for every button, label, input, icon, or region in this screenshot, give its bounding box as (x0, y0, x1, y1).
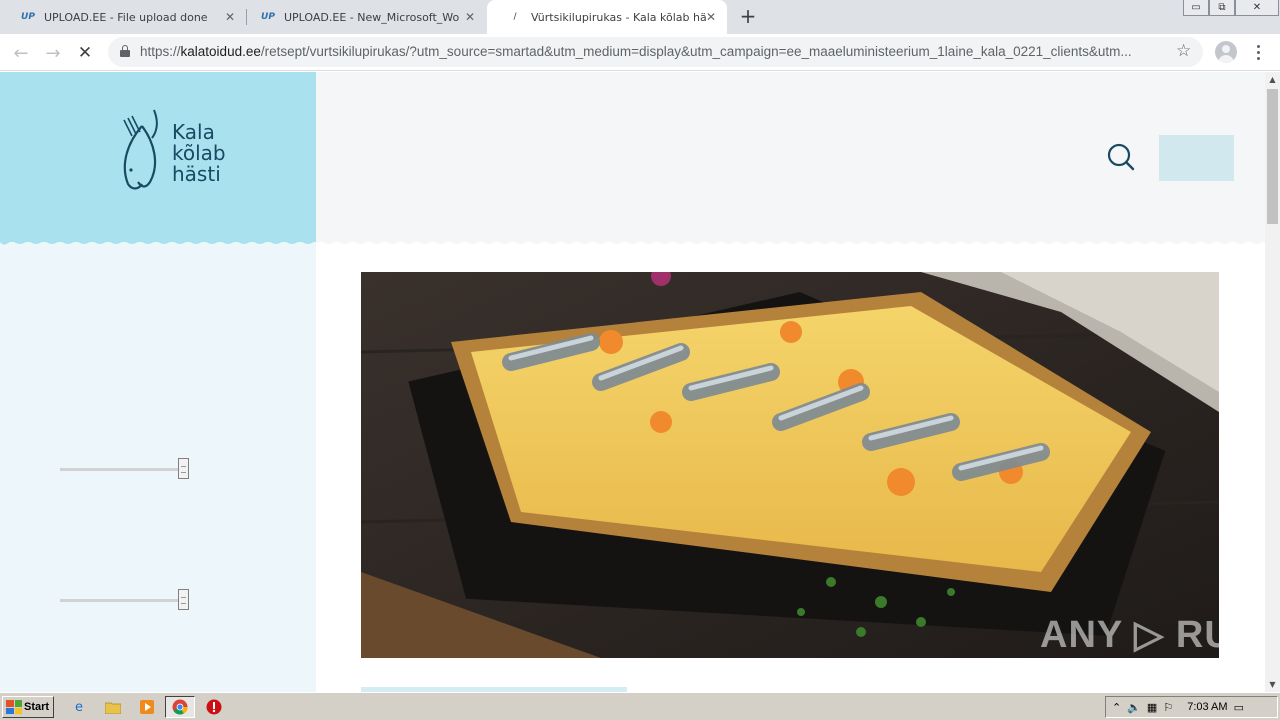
scrollbar-thumb[interactable] (1267, 89, 1278, 224)
start-button[interactable]: Start (2, 696, 54, 718)
back-arrow-icon[interactable]: ← (8, 40, 34, 66)
header-menu-button[interactable] (1159, 135, 1234, 181)
vertical-scrollbar[interactable]: ▲ ▼ (1265, 72, 1280, 692)
tab-title: UPLOAD.EE - New_Microsoft_Word_ (284, 10, 459, 24)
minimize-icon[interactable]: ▭ (1183, 0, 1209, 16)
sidebar-wave-divider (0, 234, 316, 245)
header-wave-divider (316, 234, 1265, 244)
slider-track[interactable] (60, 599, 184, 602)
close-tab-icon[interactable]: ✕ (703, 9, 719, 25)
plus-icon[interactable]: + (736, 4, 760, 28)
stop-loading-icon[interactable]: ✕ (72, 40, 98, 66)
slider-thumb[interactable] (178, 458, 189, 479)
site-logo[interactable]: Kala kõlab hästi (120, 108, 240, 194)
anyrun-watermark: ANY ▷ RUN (1040, 614, 1262, 656)
window-controls: ▭ ⧉ ✕ (1183, 0, 1279, 16)
forward-arrow-icon[interactable]: → (40, 40, 66, 66)
fish-fork-logo-icon (123, 109, 158, 190)
scroll-down-arrow-icon[interactable]: ▼ (1265, 677, 1280, 692)
close-window-icon[interactable]: ✕ (1235, 0, 1279, 16)
bookmark-star-icon[interactable]: ☆ (1176, 41, 1191, 61)
sidebar: Kala kõlab hästi (0, 72, 316, 692)
tab-upload-done[interactable]: UP UPLOAD.EE - File upload done ✕ (0, 0, 246, 34)
sprat-pie-photo (361, 272, 1219, 658)
tab-vurtsikilupirukas[interactable]: / Vürtsikilupirukas - Kala kõlab hästi ✕ (487, 0, 727, 34)
filter-slider[interactable] (60, 458, 190, 480)
url-text[interactable]: https://kalatoidud.ee/retsept/vurtsikilu… (140, 44, 1165, 59)
kala-favicon-icon: / (513, 12, 517, 22)
kebab-menu-icon[interactable] (1250, 41, 1266, 63)
windows-taskbar: Start e ⌃ 🔈 ▦ ⚐ 7:03 AM ▭ (0, 692, 1280, 720)
close-tab-icon[interactable]: ✕ (222, 9, 238, 25)
close-tab-icon[interactable]: ✕ (462, 9, 478, 25)
action-center-flag-icon[interactable]: ⚐ (1163, 701, 1173, 714)
tab-title: Vürtsikilupirukas - Kala kõlab hästi (531, 10, 706, 24)
logo-line: Kala (172, 120, 215, 144)
slider-thumb[interactable] (178, 589, 189, 610)
logo-wordmark: Kala kõlab hästi (172, 122, 226, 185)
browser-toolbar: ← → ✕ https://kalatoidud.ee/retsept/vurt… (0, 34, 1280, 71)
volume-icon[interactable]: 🔈 (1127, 701, 1141, 714)
media-player-icon[interactable] (136, 697, 158, 717)
folder-icon[interactable] (102, 697, 124, 717)
scroll-up-arrow-icon[interactable]: ▲ (1265, 72, 1280, 87)
address-bar[interactable]: https://kalatoidud.ee/retsept/vurtsikilu… (108, 37, 1203, 67)
slider-track[interactable] (60, 468, 184, 471)
sidebar-header: Kala kõlab hästi (0, 72, 316, 242)
main-content (316, 72, 1265, 692)
internet-explorer-icon[interactable]: e (68, 697, 90, 717)
logo-line: kõlab (172, 141, 226, 165)
chrome-icon[interactable] (165, 696, 195, 718)
show-desktop-icon[interactable]: ▭ (1234, 701, 1244, 714)
hero-recipe-image (361, 272, 1219, 658)
search-icon[interactable] (1106, 142, 1136, 172)
page-viewport: Kala kõlab hästi (0, 72, 1265, 692)
upload-ee-favicon-icon: UP (21, 12, 35, 22)
tab-upload-word[interactable]: UP UPLOAD.EE - New_Microsoft_Word_ ✕ (240, 0, 486, 34)
windows-flag-icon (6, 700, 22, 714)
start-label: Start (24, 701, 50, 713)
upload-ee-favicon-icon: UP (261, 12, 275, 22)
tray-expand-icon[interactable]: ⌃ (1112, 701, 1121, 714)
filter-slider[interactable] (60, 589, 190, 611)
profile-avatar-icon[interactable] (1215, 41, 1237, 63)
network-icon[interactable]: ▦ (1147, 701, 1157, 714)
system-tray: ⌃ 🔈 ▦ ⚐ 7:03 AM ▭ (1105, 696, 1278, 718)
tab-strip: UP UPLOAD.EE - File upload done ✕ UP UPL… (0, 0, 1280, 34)
tab-title: UPLOAD.EE - File upload done (44, 10, 208, 24)
site-header (316, 72, 1265, 242)
opera-icon[interactable] (203, 697, 225, 717)
clock[interactable]: 7:03 AM (1187, 701, 1227, 713)
restore-icon[interactable]: ⧉ (1209, 0, 1235, 16)
logo-line: hästi (172, 162, 221, 186)
lock-icon[interactable] (120, 45, 130, 57)
